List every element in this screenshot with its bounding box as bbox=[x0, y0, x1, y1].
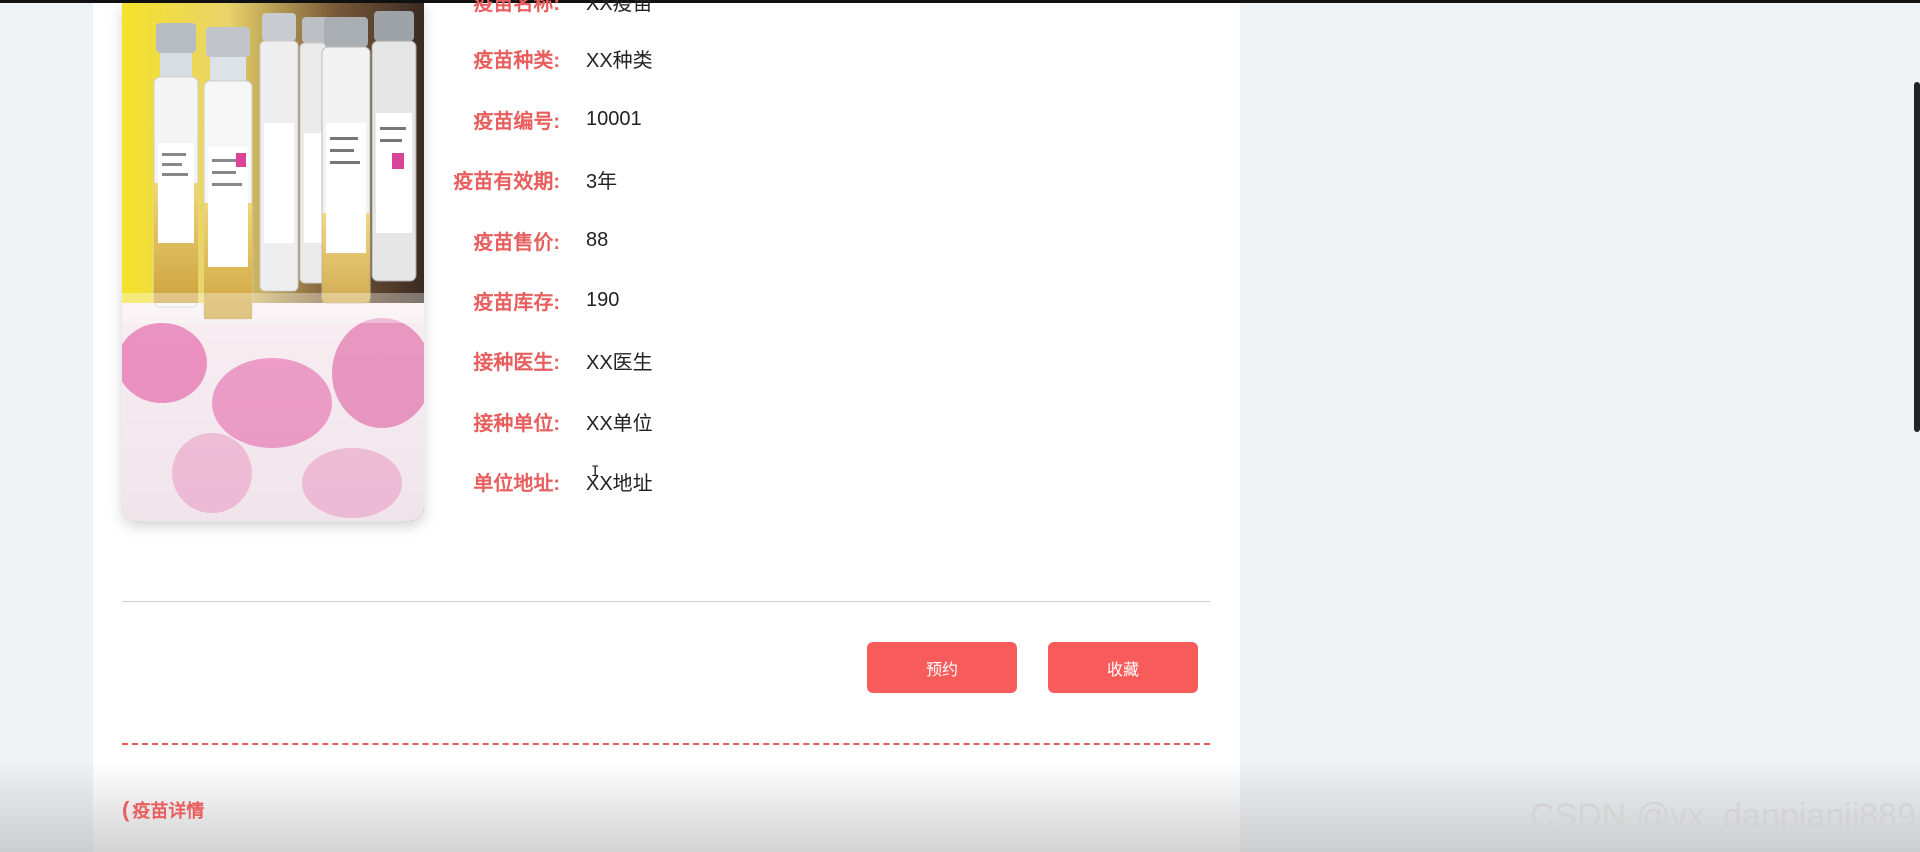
detail-label: 疫苗编号: bbox=[473, 110, 560, 133]
detail-row-price: 疫苗售价: 88 bbox=[438, 220, 938, 260]
detail-label: 接种单位: bbox=[473, 412, 560, 435]
detail-row-number: 疫苗编号: 10001 bbox=[438, 99, 938, 139]
detail-value: XX种类 bbox=[586, 49, 653, 72]
collect-button[interactable]: 收藏 bbox=[1048, 642, 1198, 693]
detail-value: 190 bbox=[586, 288, 620, 311]
detail-panel: 疫苗名称: XX疫苗 疫苗种类: XX种类 疫苗编号: 10001 疫苗有效期:… bbox=[93, 0, 1240, 852]
detail-row-type: 疫苗种类: XX种类 bbox=[438, 38, 938, 78]
watermark: CSDN @vx_danpianji889 bbox=[1529, 797, 1916, 835]
dashed-divider bbox=[122, 743, 1210, 745]
detail-value: XX疫苗 bbox=[586, 0, 653, 15]
detail-value: XX单位 bbox=[586, 412, 653, 435]
section-title: ( 疫苗详情 bbox=[122, 797, 204, 823]
detail-value: 10001 bbox=[586, 107, 642, 130]
detail-label: 疫苗名称: bbox=[473, 0, 560, 15]
divider bbox=[122, 601, 1210, 602]
detail-row-stock: 疫苗库存: 190 bbox=[438, 280, 938, 320]
book-button[interactable]: 预约 bbox=[867, 642, 1017, 693]
detail-label: 单位地址: bbox=[473, 472, 560, 495]
scrollbar[interactable] bbox=[1914, 82, 1920, 432]
detail-row-name: 疫苗名称: XX疫苗 bbox=[438, 0, 938, 21]
text-cursor-icon: I bbox=[591, 464, 600, 480]
detail-label: 疫苗有效期: bbox=[453, 170, 560, 193]
detail-value: XX医生 bbox=[586, 351, 653, 374]
detail-label: 疫苗种类: bbox=[473, 49, 560, 72]
vaccine-vials-photo bbox=[122, 3, 424, 521]
section-title-text: 疫苗详情 bbox=[132, 801, 205, 821]
detail-row-unit: 接种单位: XX单位 bbox=[438, 401, 938, 441]
detail-value: 88 bbox=[586, 228, 609, 251]
detail-label: 疫苗库存: bbox=[473, 291, 560, 314]
detail-label: 疫苗售价: bbox=[473, 231, 560, 254]
bracket-icon: ( bbox=[122, 797, 130, 822]
detail-row-address: 单位地址: XX地址 bbox=[438, 461, 938, 501]
detail-row-validity: 疫苗有效期: 3年 bbox=[438, 159, 938, 199]
product-image bbox=[122, 3, 424, 521]
detail-value: 3年 bbox=[586, 170, 618, 193]
detail-row-doctor: 接种医生: XX医生 bbox=[438, 340, 938, 380]
detail-label: 接种医生: bbox=[473, 351, 560, 374]
